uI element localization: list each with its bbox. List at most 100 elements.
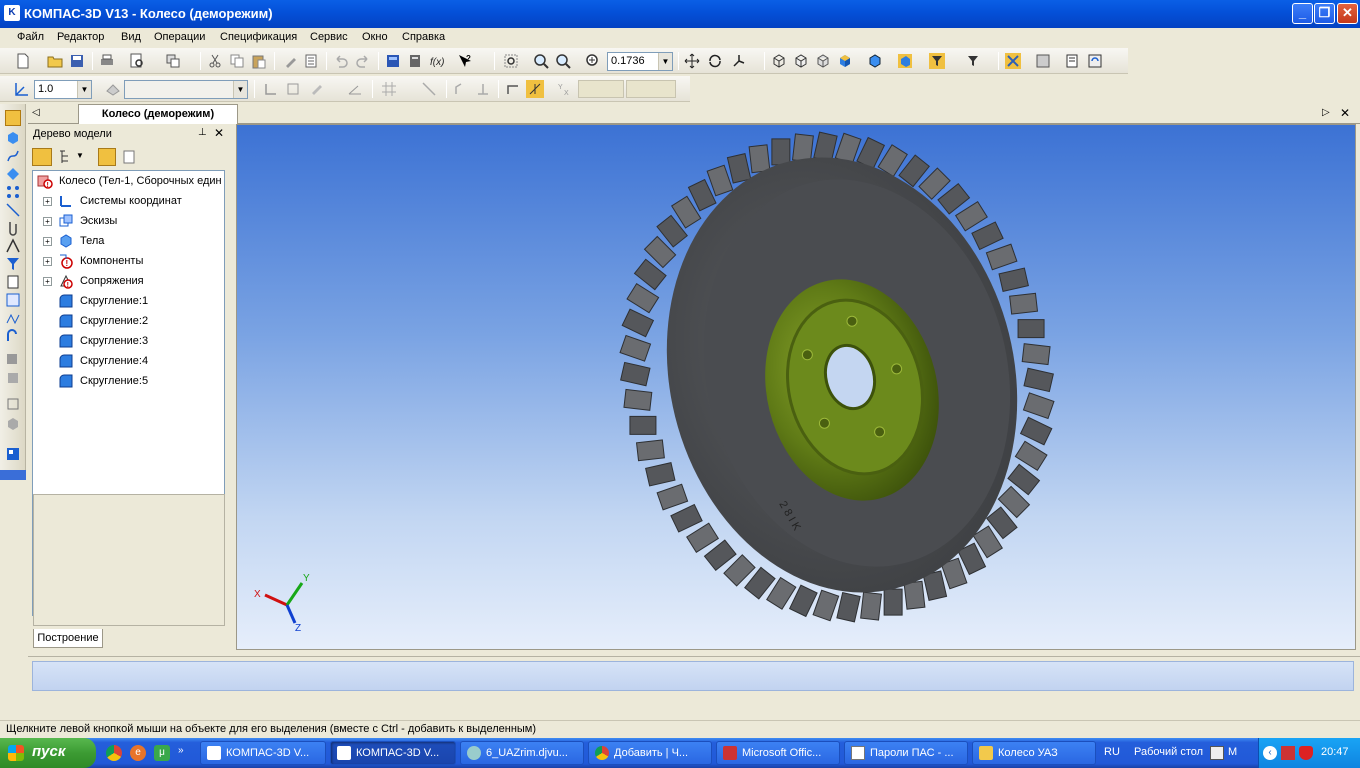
part-edit-icon[interactable] [5,350,21,366]
orientation-icon[interactable] [730,52,748,70]
chevron-down-icon[interactable]: ▼ [76,151,84,160]
tree-item-components[interactable]: +! Компоненты [33,251,224,271]
pan-icon[interactable] [683,52,701,70]
snap-icon[interactable] [420,80,438,98]
expand-icon[interactable]: + [43,236,52,246]
tree-order-icon[interactable] [32,148,52,166]
component-icon[interactable] [5,416,21,432]
tree-item-mates[interactable]: +! Сопряжения [33,271,224,291]
surface-icon[interactable] [5,166,21,182]
help-pointer-icon[interactable]: ? [456,52,474,70]
task-chrome[interactable]: Добавить | Ч... [588,741,712,765]
task-kompas-2[interactable]: КОМПАС-3D V... [330,741,456,765]
tree-view-icon[interactable] [98,148,116,166]
toolbar-expand-button[interactable] [0,470,26,480]
sketch-icon[interactable] [308,80,326,98]
spline-icon[interactable] [5,148,21,164]
tab-wheel-demo[interactable]: Колесо (деморежим) [78,104,238,124]
quicklaunch-more-icon[interactable]: » [178,745,184,756]
shaded-edges-icon[interactable] [866,52,884,70]
properties-tool-icon[interactable] [5,446,21,462]
menu-editor[interactable]: Редактор [57,31,104,43]
spec-icon[interactable] [5,274,21,290]
task-passwords[interactable]: Пароли ПАС - ... [844,741,968,765]
close-tab-icon[interactable]: ✕ [1340,106,1350,120]
tree-item-fillet-1[interactable]: Скругление:1 [33,291,224,311]
round-icon[interactable] [452,80,470,98]
model-viewport[interactable]: 2 8 I K X Y Z [236,124,1356,650]
tree-item-fillet-3[interactable]: Скругление:3 [33,331,224,351]
new-file-icon[interactable] [14,52,32,70]
task-kompas-1[interactable]: КОМПАС-3D V... [200,741,326,765]
chevron-left-icon[interactable]: ‹ [1263,746,1277,760]
close-button[interactable]: ✕ [1337,3,1358,24]
wireframe-icon[interactable] [770,52,788,70]
thin-lines-icon[interactable] [814,52,832,70]
zoom-out-icon[interactable] [554,52,572,70]
filter-icon[interactable] [928,52,946,70]
manager-icon[interactable] [384,52,402,70]
coord-x-field[interactable] [578,80,624,98]
coords-icon[interactable]: YX [556,80,574,98]
zoom-scale-icon[interactable] [584,52,602,70]
zoom-window-icon[interactable] [502,52,520,70]
chevron-down-icon[interactable]: ▼ [658,53,672,70]
sheet-metal-icon[interactable] [5,328,21,344]
chrome-icon[interactable] [106,745,122,761]
tree-filter-icon[interactable] [122,149,138,165]
browser-icon[interactable]: e [130,745,146,761]
tree-item-coordinate-systems[interactable]: + Системы координат [33,191,224,211]
save-icon[interactable] [68,52,86,70]
clip-icon[interactable] [5,220,21,236]
preview-icon[interactable] [128,52,146,70]
local-cs-icon[interactable] [12,80,30,98]
cube-icon[interactable] [5,130,21,146]
library-icon[interactable] [406,52,424,70]
variables-fx-icon[interactable]: f(x) [428,52,446,70]
tree-item-fillet-2[interactable]: Скругление:2 [33,311,224,331]
corner-icon[interactable] [504,80,522,98]
shaded-icon[interactable] [836,52,854,70]
chevron-down-icon[interactable]: ▼ [77,81,91,98]
measure-tool-icon[interactable] [5,238,21,254]
tree-item-fillet-4[interactable]: Скругление:4 [33,351,224,371]
redo-icon[interactable] [354,52,372,70]
elements-icon[interactable] [5,310,21,326]
cut-icon[interactable] [206,52,224,70]
antivirus-icon[interactable] [1299,746,1313,760]
line-step-combo[interactable]: 1.0 ▼ [34,80,92,99]
coord-y-field[interactable] [626,80,676,98]
constraint-icon[interactable] [5,396,21,412]
angle-icon[interactable] [346,80,364,98]
perspective-icon[interactable] [896,52,914,70]
task-djvu[interactable]: 6_UAZrim.djvu... [460,741,584,765]
rebuild-icon[interactable] [1086,52,1104,70]
menu-operations[interactable]: Операции [154,31,205,43]
menu-view[interactable]: Вид [121,31,141,43]
start-button[interactable]: пуск [0,738,96,768]
list-icon[interactable] [302,52,320,70]
snap-active-icon[interactable] [526,80,544,98]
pin-icon[interactable]: ⊥ [198,127,207,138]
copy-icon[interactable] [228,52,246,70]
style-combo[interactable]: ▼ [124,80,248,99]
maximize-button[interactable]: ❐ [1314,3,1335,24]
grid-icon[interactable] [380,80,398,98]
tree-root[interactable]: ! Колесо (Тел-1, Сборочных един [33,171,224,191]
printer-icon[interactable] [1210,746,1224,760]
plane-icon[interactable] [284,80,302,98]
zoom-scale-combo[interactable]: 0.1736 ▼ [607,52,673,71]
zoom-in-icon[interactable] [532,52,550,70]
measure-icon[interactable] [1034,52,1052,70]
array-icon[interactable] [5,184,21,200]
magnet-icon[interactable] [1004,52,1022,70]
aux-geometry-icon[interactable] [5,202,21,218]
report-tool-icon[interactable] [5,292,21,308]
menu-help[interactable]: Справка [402,31,445,43]
expand-icon[interactable]: + [43,276,52,286]
menu-file[interactable]: Файл [17,31,44,43]
task-office[interactable]: Microsoft Offic... [716,741,840,765]
tree-item-sketches[interactable]: + Эскизы [33,211,224,231]
menu-specification[interactable]: Спецификация [220,31,297,43]
network-warning-icon[interactable] [1281,746,1295,760]
